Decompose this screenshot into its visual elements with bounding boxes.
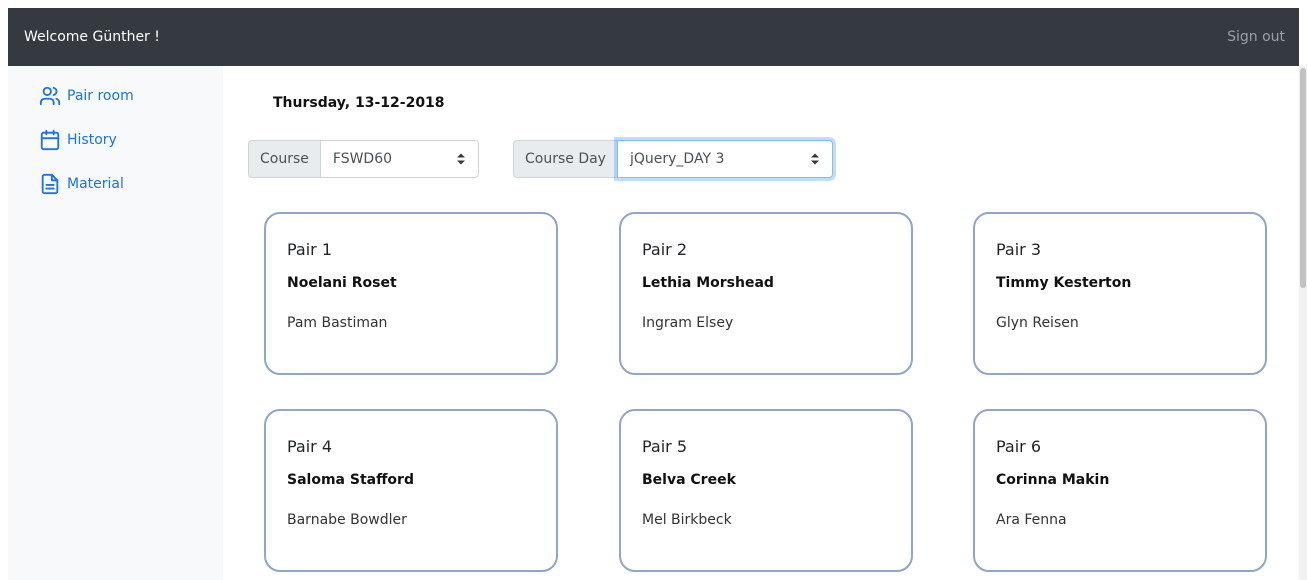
pair-member-primary: Noelani Roset <box>287 275 397 291</box>
pair-title: Pair 5 <box>642 437 688 456</box>
page-scrollbar[interactable] <box>1299 66 1307 580</box>
select-arrows-icon <box>456 153 465 165</box>
pair-title: Pair 6 <box>996 437 1042 456</box>
pair-card: Pair 2 Lethia Morshead Ingram Elsey <box>619 212 913 375</box>
sign-out-link[interactable]: Sign out <box>1227 29 1285 45</box>
sidebar: Pair room History Material <box>8 66 223 580</box>
course-label: Course <box>248 140 320 178</box>
page-date: Thursday, 13-12-2018 <box>273 95 445 111</box>
pair-member-primary: Saloma Stafford <box>287 472 414 488</box>
welcome-text: Welcome Günther ! <box>24 29 160 45</box>
pair-card: Pair 5 Belva Creek Mel Birkbeck <box>619 409 913 572</box>
pair-member-secondary: Pam Bastiman <box>287 315 388 331</box>
pair-member-primary: Lethia Morshead <box>642 275 774 291</box>
pair-title: Pair 2 <box>642 240 688 259</box>
main-content: Thursday, 13-12-2018 Course FSWD60 Cours… <box>223 66 1299 580</box>
top-navbar: Welcome Günther ! Sign out <box>8 8 1299 66</box>
pair-title: Pair 4 <box>287 437 333 456</box>
pair-title: Pair 1 <box>287 240 333 259</box>
select-arrows-icon <box>810 153 819 165</box>
pair-member-primary: Belva Creek <box>642 472 736 488</box>
pair-member-secondary: Ara Fenna <box>996 512 1067 528</box>
pair-member-primary: Timmy Kesterton <box>996 275 1132 291</box>
course-day-select[interactable]: jQuery_DAY 3 <box>616 140 833 178</box>
scrollbar-thumb[interactable] <box>1300 68 1306 288</box>
pair-member-secondary: Barnabe Bowdler <box>287 512 407 528</box>
sidebar-item-pair-room[interactable]: Pair room <box>39 85 223 107</box>
pair-member-secondary: Mel Birkbeck <box>642 512 732 528</box>
pair-card: Pair 1 Noelani Roset Pam Bastiman <box>264 212 558 375</box>
pair-card: Pair 3 Timmy Kesterton Glyn Reisen <box>973 212 1267 375</box>
course-day-select-group: Course Day jQuery_DAY 3 <box>513 140 833 178</box>
sidebar-item-label: Pair room <box>67 88 134 104</box>
document-icon <box>41 173 59 195</box>
pair-member-secondary: Ingram Elsey <box>642 315 734 331</box>
sidebar-item-material[interactable]: Material <box>39 173 223 195</box>
sidebar-item-label: Material <box>67 176 124 192</box>
course-day-label: Course Day <box>513 140 617 178</box>
pair-card: Pair 6 Corinna Makin Ara Fenna <box>973 409 1267 572</box>
course-select[interactable]: FSWD60 <box>319 140 479 178</box>
pair-member-secondary: Glyn Reisen <box>996 315 1079 331</box>
sidebar-item-history[interactable]: History <box>39 129 223 151</box>
course-select-value: FSWD60 <box>332 151 393 167</box>
users-icon <box>39 86 61 106</box>
sidebar-item-label: History <box>67 132 117 148</box>
pair-member-primary: Corinna Makin <box>996 472 1110 488</box>
course-select-group: Course FSWD60 <box>248 140 479 178</box>
course-day-select-value: jQuery_DAY 3 <box>629 151 725 167</box>
calendar-icon <box>40 129 60 151</box>
pair-card: Pair 4 Saloma Stafford Barnabe Bowdler <box>264 409 558 572</box>
pair-title: Pair 3 <box>996 240 1042 259</box>
